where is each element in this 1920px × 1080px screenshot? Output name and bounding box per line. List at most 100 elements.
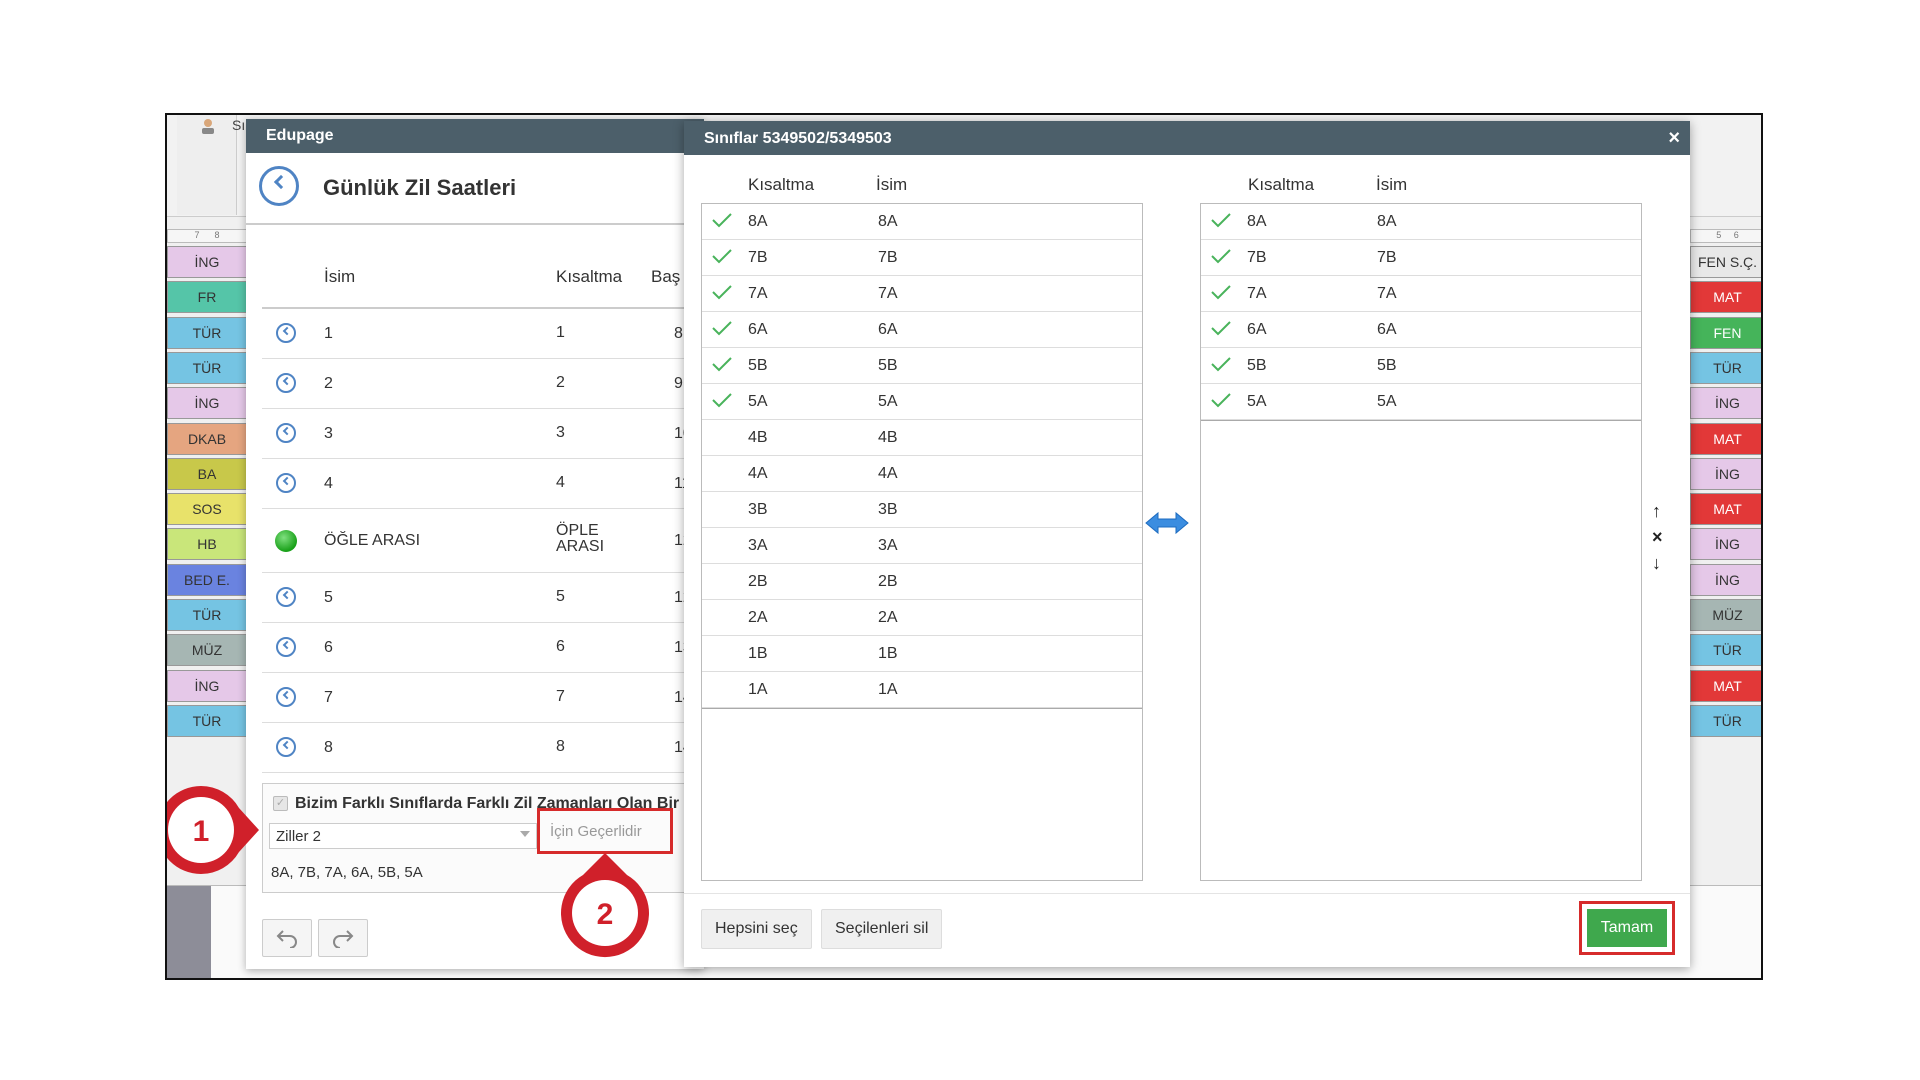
class-name: 3A — [878, 537, 898, 554]
bell-short: 7 — [556, 688, 565, 705]
lesson-cell: İNG — [167, 387, 247, 420]
table-row[interactable]: ÖĞLE ARASI ÖPLE ARASI 12 — [262, 509, 704, 573]
annotation-number-1: 1 — [193, 815, 210, 848]
list-item[interactable]: 5A 5A — [1201, 384, 1641, 420]
lesson-cell: TÜR — [1690, 704, 1761, 737]
lesson-cell: MAT — [1690, 669, 1761, 702]
list-item[interactable]: 2B 2B — [702, 564, 1142, 600]
bell-set-value: Ziller 2 — [276, 828, 322, 845]
lesson-cell: BED E. — [167, 563, 247, 596]
move-up-icon[interactable]: ↑ — [1652, 501, 1661, 522]
move-down-icon[interactable]: ↓ — [1652, 553, 1661, 574]
clock-icon — [276, 423, 296, 443]
lesson-cell: SOS — [167, 493, 247, 526]
bell-short: ÖPLE ARASI — [556, 522, 605, 555]
list-item[interactable]: 1B 1B — [702, 636, 1142, 672]
lesson-cell: FEN — [1690, 316, 1761, 349]
list-item[interactable]: 2A 2A — [702, 600, 1142, 636]
table-row[interactable]: 4 4 11 — [262, 459, 704, 509]
table-row[interactable]: 6 6 13 — [262, 623, 704, 673]
close-icon[interactable]: × — [1668, 127, 1680, 150]
list-item[interactable]: 1A 1A — [702, 672, 1142, 708]
class-short: 1A — [748, 681, 768, 698]
clock-icon — [276, 473, 296, 493]
list-item[interactable]: 7A 7A — [702, 276, 1142, 312]
remove-icon[interactable]: × — [1652, 527, 1663, 548]
list-item[interactable]: 8A 8A — [1201, 204, 1641, 240]
list-item[interactable]: 5A 5A — [702, 384, 1142, 420]
class-name: 7B — [1377, 249, 1397, 266]
lesson-cell: MAT — [1690, 281, 1761, 314]
list-item[interactable]: 4B 4B — [702, 420, 1142, 456]
list-item[interactable]: 7A 7A — [1201, 276, 1641, 312]
footer-divider — [684, 893, 1690, 894]
table-row[interactable]: 1 1 8 — [262, 309, 704, 359]
table-row[interactable]: 5 5 12 — [262, 573, 704, 623]
lesson-cell: TÜR — [167, 316, 247, 349]
clock-icon — [276, 323, 296, 343]
class-short: 2A — [748, 609, 768, 626]
list-item[interactable]: 5B 5B — [702, 348, 1142, 384]
user-icon — [202, 119, 214, 134]
class-name: 4B — [878, 429, 898, 446]
check-icon — [712, 357, 732, 372]
different-bells-checkbox[interactable]: ✓ — [273, 796, 288, 811]
check-icon — [712, 393, 732, 408]
class-name: 8A — [1377, 213, 1397, 230]
green-dot-icon — [275, 530, 297, 552]
bell-name: ÖĞLE ARASI — [324, 532, 421, 549]
class-short: 7A — [748, 285, 768, 302]
class-name: 7A — [878, 285, 898, 302]
bell-set-select[interactable]: Ziller 2 — [269, 823, 537, 849]
bell-name: 7 — [324, 689, 333, 706]
lesson-cell: TÜR — [1690, 634, 1761, 667]
list-item[interactable]: 5B 5B — [1201, 348, 1641, 384]
lesson-cell: TÜR — [167, 351, 247, 384]
bell-name: 2 — [324, 375, 333, 392]
class-short: 7B — [748, 249, 768, 266]
class-short: 8A — [1247, 213, 1267, 230]
class-name: 2B — [878, 573, 898, 590]
list-item[interactable]: 7B 7B — [1201, 240, 1641, 276]
class-short: 7B — [1247, 249, 1267, 266]
class-short: 5A — [748, 393, 768, 410]
list-item[interactable]: 7B 7B — [702, 240, 1142, 276]
bell-short: 4 — [556, 474, 565, 491]
left-header-short: Kısaltma — [748, 175, 815, 194]
ok-button[interactable]: Tamam — [1587, 909, 1667, 947]
check-icon — [1211, 321, 1231, 336]
table-row[interactable]: 7 7 14 — [262, 673, 704, 723]
table-row[interactable]: 3 3 10 — [262, 409, 704, 459]
lesson-cell: TÜR — [167, 599, 247, 631]
check-icon — [1211, 285, 1231, 300]
list-item[interactable]: 4A 4A — [702, 456, 1142, 492]
class-name: 8A — [878, 213, 898, 230]
table-row[interactable]: 2 2 9 — [262, 359, 704, 409]
lesson-cell: DKAB — [167, 422, 247, 455]
table-row[interactable]: 8 8 14 — [262, 723, 704, 773]
list-item[interactable]: 8A 8A — [702, 204, 1142, 240]
available-classes-list[interactable]: 8A 8A 7B 7B 7A 7A 6A 6A 5B 5B 5A 5A 4B 4B 4A 4A 3B 3B 3A 3A… — [701, 203, 1143, 881]
undo-button[interactable] — [262, 919, 312, 957]
classes-dialog: Sınıflar 5349502/5349503 × Kısaltma İsim… — [684, 121, 1690, 967]
swap-arrows-icon[interactable] — [1144, 511, 1190, 535]
lesson-cell: MAT — [1690, 422, 1761, 455]
classes-dialog-title: Sınıflar 5349502/5349503 — [704, 130, 892, 147]
list-item[interactable]: 3A 3A — [702, 528, 1142, 564]
selected-classes-list[interactable]: 8A 8A 7B 7B 7A 7A 6A 6A 5B 5B 5A 5A — [1200, 203, 1642, 881]
right-header-short: Kısaltma — [1248, 175, 1315, 194]
list-item[interactable]: 6A 6A — [702, 312, 1142, 348]
delete-selected-button[interactable]: Seçilenleri sil — [821, 909, 943, 949]
list-item[interactable]: 3B 3B — [702, 492, 1142, 528]
annotation-marker-1: 1 — [167, 786, 259, 874]
lesson-cell: MÜZ — [167, 634, 247, 667]
list-item[interactable]: 6A 6A — [1201, 312, 1641, 348]
class-name: 6A — [1377, 321, 1397, 338]
lesson-cell: TÜR — [1690, 351, 1761, 384]
page-title: Günlük Zil Saatleri — [323, 175, 517, 200]
select-all-button[interactable]: Hepsini seç — [701, 909, 812, 949]
bell-short: 6 — [556, 638, 565, 655]
bell-start: 9 — [674, 375, 683, 392]
bell-short: 1 — [556, 324, 565, 341]
redo-button[interactable] — [318, 919, 368, 957]
